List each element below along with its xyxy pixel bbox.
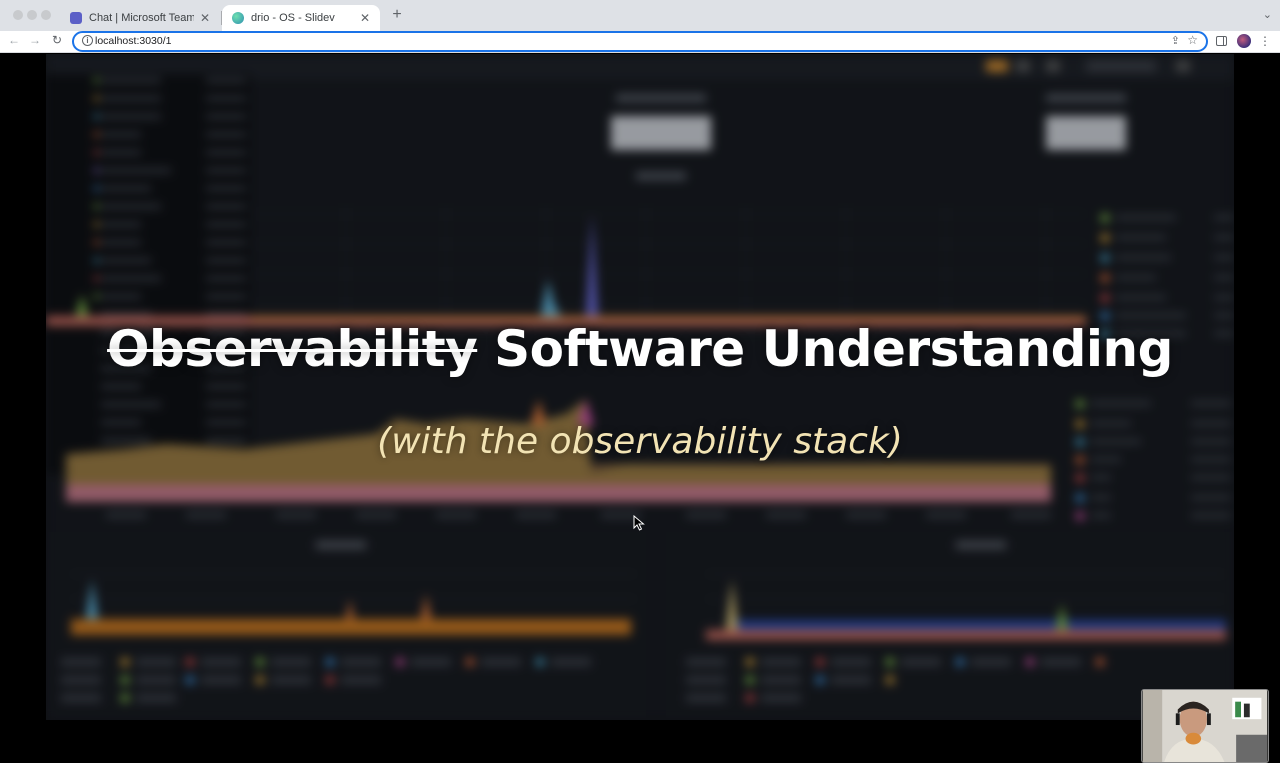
tab-teams-chat[interactable]: Chat | Microsoft Teams ✕ — [60, 5, 220, 31]
slide-title-struck: Observability — [107, 320, 478, 378]
slidev-icon — [232, 12, 244, 24]
close-icon[interactable]: ✕ — [360, 11, 370, 25]
forward-button[interactable]: → — [27, 33, 43, 47]
bookmark-star-icon[interactable]: ☆ — [1187, 33, 1198, 47]
mouse-cursor-icon — [633, 515, 645, 531]
menu-kebab-icon[interactable]: ⋮ — [1259, 34, 1271, 48]
share-icon[interactable]: ⇪ — [1171, 34, 1180, 47]
slide-title-main: Software Understanding — [494, 320, 1173, 378]
browser-toolbar: ← → ↻ i localhost:3030/1 ⇪ ☆ ⋮ — [0, 31, 1280, 53]
slide-title: Observability Software Understanding — [46, 320, 1234, 378]
new-tab-button[interactable]: + — [388, 6, 406, 24]
browser-tab-strip: Chat | Microsoft Teams ✕ drio - OS - Sli… — [0, 0, 1280, 31]
slide-subtitle: (with the observability stack) — [377, 421, 903, 462]
tab-slidev[interactable]: drio - OS - Slidev ✕ — [222, 5, 380, 31]
window-close-button[interactable] — [13, 10, 23, 20]
profile-avatar[interactable] — [1237, 34, 1251, 48]
side-panel-icon[interactable] — [1216, 36, 1227, 46]
teams-icon — [70, 12, 82, 24]
url-text[interactable]: localhost:3030/1 — [95, 35, 171, 47]
close-icon[interactable]: ✕ — [200, 11, 210, 25]
webcam-overlay — [1141, 689, 1269, 763]
tab-label: drio - OS - Slidev — [251, 12, 335, 24]
dashboard-dim-overlay — [46, 54, 1234, 720]
chevron-down-icon[interactable]: ⌄ — [1263, 8, 1272, 21]
slide: Observability Software Understanding (wi… — [46, 54, 1234, 720]
reload-button[interactable]: ↻ — [49, 33, 65, 47]
site-info-icon[interactable]: i — [82, 35, 93, 46]
address-bar[interactable]: i localhost:3030/1 ⇪ ☆ — [72, 31, 1208, 52]
slide-viewport: Observability Software Understanding (wi… — [0, 54, 1280, 763]
window-minimize-button[interactable] — [27, 10, 37, 20]
back-button[interactable]: ← — [6, 33, 22, 47]
tab-label: Chat | Microsoft Teams — [89, 12, 194, 24]
window-zoom-button[interactable] — [41, 10, 51, 20]
